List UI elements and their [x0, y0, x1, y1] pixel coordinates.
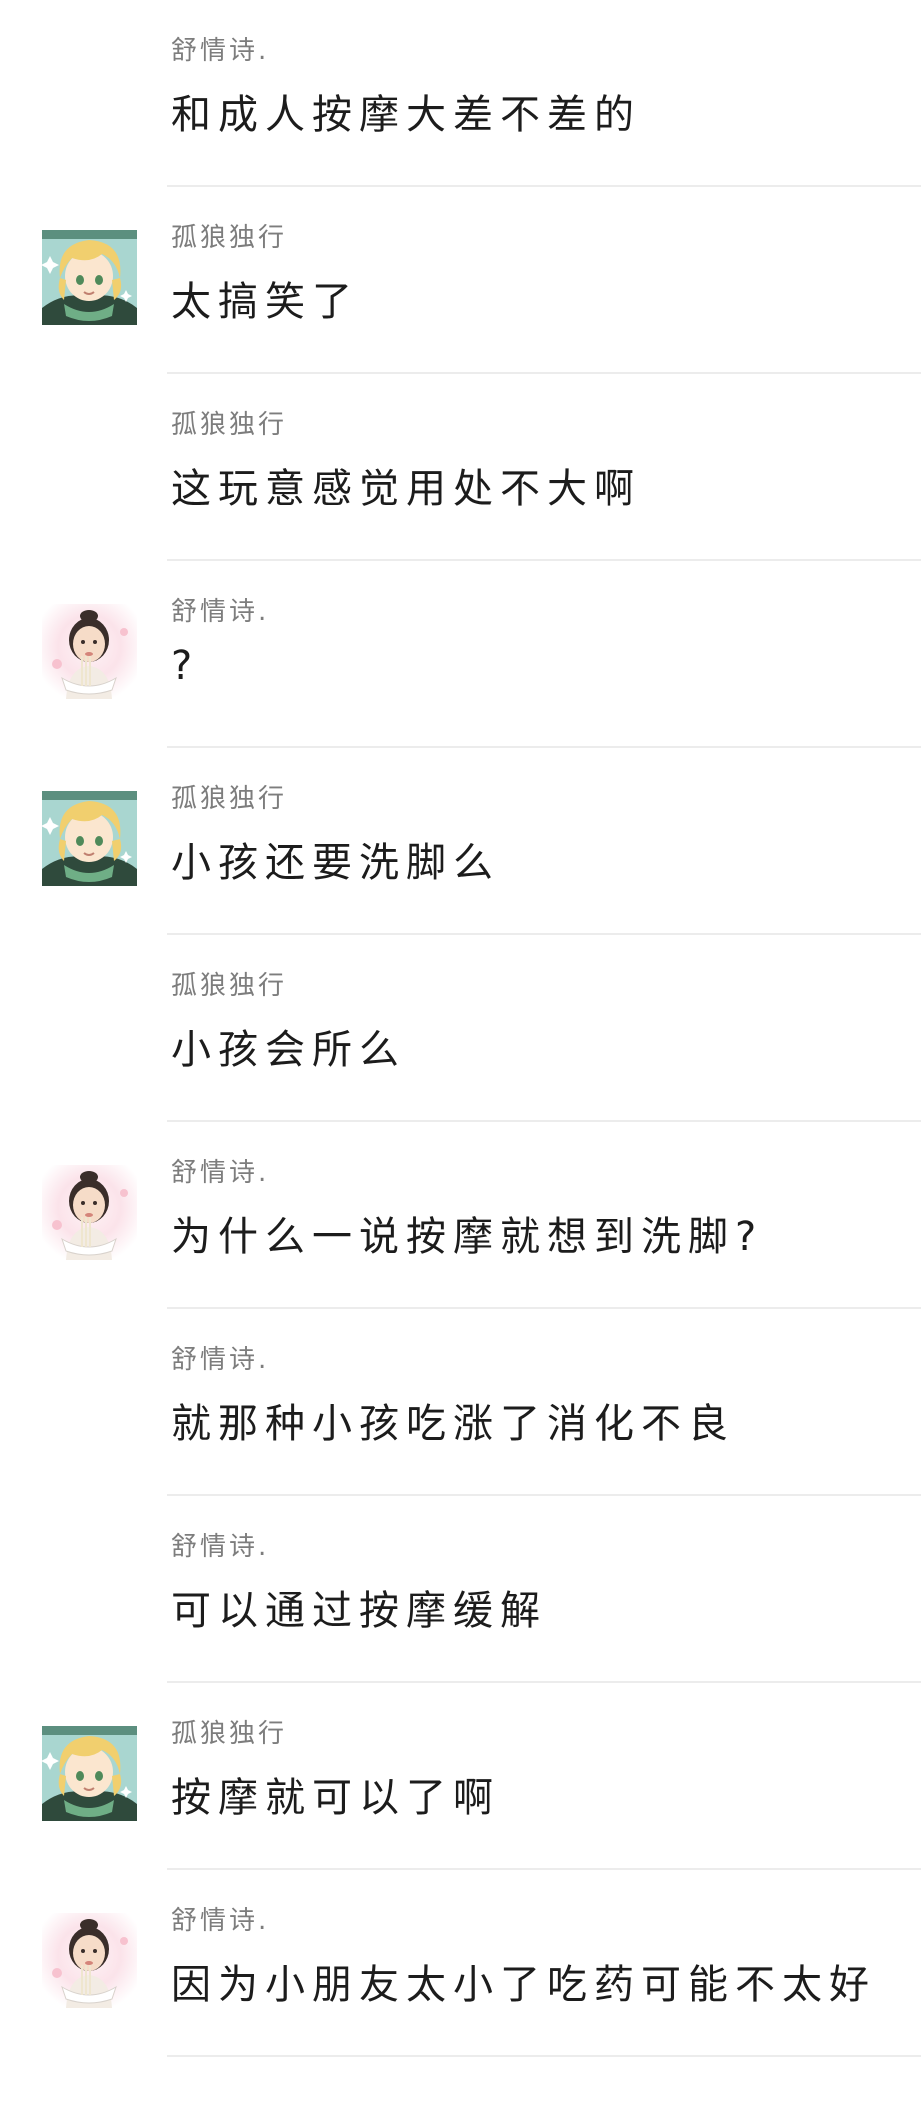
avatar-anime-blond[interactable]	[42, 1726, 137, 1821]
message-text: 为什么一说按摩就想到洗脚?	[171, 1214, 764, 1260]
message-row[interactable]: 孤狼独行 小孩会所么	[0, 935, 921, 1122]
sender-name: 舒情诗.	[171, 1345, 270, 1375]
message-row[interactable]: 舒情诗. 和成人按摩大差不差的	[0, 0, 921, 187]
message-text: 因为小朋友太小了吃药可能不太好	[171, 1962, 876, 2008]
avatar-anime-blond[interactable]	[42, 230, 137, 325]
message-row[interactable]: 孤狼独行 按摩就可以了啊	[0, 1683, 921, 1870]
message-text: 按摩就可以了啊	[171, 1775, 500, 1821]
message-row[interactable]: 舒情诗. ?	[0, 561, 921, 748]
sender-name: 孤狼独行	[171, 1719, 288, 1749]
message-row[interactable]: 舒情诗. 因为小朋友太小了吃药可能不太好	[0, 1870, 921, 2057]
sender-name: 孤狼独行	[171, 410, 288, 440]
message-row[interactable]: 孤狼独行 太搞笑了	[0, 187, 921, 374]
message-text: 这玩意感觉用处不大啊	[171, 466, 641, 512]
avatar-girl-noodles[interactable]	[42, 1913, 137, 2008]
avatar-girl-noodles[interactable]	[42, 1165, 137, 1260]
message-row[interactable]: 舒情诗. 就那种小孩吃涨了消化不良	[0, 1309, 921, 1496]
message-text: ?	[171, 643, 200, 689]
message-row[interactable]: 舒情诗. 为什么一说按摩就想到洗脚?	[0, 1122, 921, 1309]
message-text: 就那种小孩吃涨了消化不良	[171, 1401, 735, 1447]
sender-name: 孤狼独行	[171, 784, 288, 814]
sender-name: 舒情诗.	[171, 1532, 270, 1562]
message-list: 舒情诗. 和成人按摩大差不差的 孤狼独行 太搞笑了 孤狼独行 这玩意感觉用处不大…	[0, 0, 921, 2057]
sender-name: 舒情诗.	[171, 1158, 270, 1188]
avatar-girl-noodles[interactable]	[42, 604, 137, 699]
message-text: 和成人按摩大差不差的	[171, 92, 641, 138]
sender-name: 舒情诗.	[171, 597, 270, 627]
message-row[interactable]: 舒情诗. 可以通过按摩缓解	[0, 1496, 921, 1683]
message-text: 小孩还要洗脚么	[171, 840, 500, 886]
sender-name: 舒情诗.	[171, 36, 270, 66]
sender-name: 舒情诗.	[171, 1906, 270, 1936]
message-row[interactable]: 孤狼独行 这玩意感觉用处不大啊	[0, 374, 921, 561]
sender-name: 孤狼独行	[171, 223, 288, 253]
divider	[167, 2055, 921, 2057]
message-row[interactable]: 孤狼独行 小孩还要洗脚么	[0, 748, 921, 935]
avatar-anime-blond[interactable]	[42, 791, 137, 886]
message-text: 小孩会所么	[171, 1027, 406, 1073]
message-text: 太搞笑了	[171, 279, 359, 325]
sender-name: 孤狼独行	[171, 971, 288, 1001]
message-text: 可以通过按摩缓解	[171, 1588, 547, 1634]
